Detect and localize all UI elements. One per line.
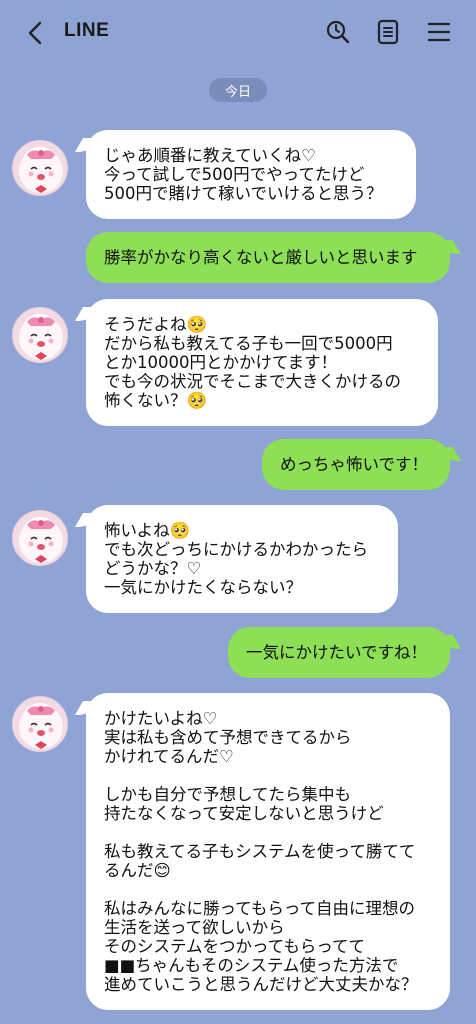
message-line: 進めていこうと思うんだけど大丈夫かな？ [104, 975, 418, 994]
message-line: そのシステムをつかってもらってて [104, 937, 366, 956]
message-line: 500円で賭けて稼いでいけると思う？ [104, 184, 383, 203]
message-line: ■■ちゃんもそのシステム使った方法で [104, 956, 399, 975]
message-line: かけたいよね♡ [104, 709, 218, 728]
message-line: でも今の状況でそこまで大きくかけるの [104, 372, 401, 391]
incoming-message-bubble[interactable]: かけたいよね♡ 実は私も含めて予想できてるから かけれてるんだ♡ しかも自分で予想し… [86, 693, 450, 1010]
message-line: 勝率がかなり高くないと厳しいと思います [104, 248, 418, 267]
chat-header: LINE [0, 0, 476, 66]
message-line: 実は私も含めて予想できてるから [104, 728, 352, 747]
avatar[interactable] [12, 696, 68, 752]
notes-icon[interactable] [373, 17, 403, 47]
message-line: 怖いよね🥺 [104, 521, 191, 540]
date-chip: 今日 [209, 78, 267, 102]
message-line: じゃあ順番に教えていくね♡ [104, 146, 316, 165]
avatar[interactable] [12, 510, 68, 566]
chat-title: LINE [64, 20, 110, 41]
message-line: 怖くない？🥺 [104, 391, 208, 410]
message-line [104, 823, 432, 842]
message-line: 今って試しで500円でやってたけど [104, 165, 365, 184]
message-line: だから私も教えてる子も一回で5000円 [104, 334, 393, 353]
message-line: 生活を送って欲しいから [104, 918, 285, 937]
avatar[interactable] [12, 307, 68, 363]
avatar[interactable] [12, 140, 68, 196]
message-line: 持たなくなって安定しないと思うけど [104, 804, 384, 823]
message-line: 一気にかけたくならない？ [104, 578, 302, 597]
message-line: 私はみんなに勝ってもらって自由に理想の [104, 899, 416, 918]
outgoing-message-bubble[interactable]: 勝率がかなり高くないと厳しいと思います [86, 232, 450, 283]
menu-icon[interactable] [424, 17, 454, 47]
incoming-message-bubble[interactable]: そうだよね🥺 だから私も教えてる子も一回で5000円 とか10000円とかかけてます… [86, 299, 438, 426]
message-line: しかも自分で予想してたら集中も [104, 785, 352, 804]
message-line: でも次どっちにかけるかわかったら [104, 540, 368, 559]
message-line: かけれてるんだ♡ [104, 747, 234, 766]
message-line: めっちゃ怖いです！ [280, 455, 429, 474]
incoming-message-bubble[interactable]: 怖いよね🥺 でも次どっちにかけるかわかったら どうかな？♡ 一気にかけたくならない？ [86, 505, 398, 613]
message-line [104, 766, 432, 785]
incoming-message-bubble[interactable]: じゃあ順番に教えていくね♡ 今って試しで500円でやってたけど 500円で賭けて稼い… [86, 130, 416, 219]
search-icon[interactable] [323, 17, 353, 47]
message-line: 私も教えてる子もシステムを使って勝てて [104, 842, 416, 861]
outgoing-message-bubble[interactable]: めっちゃ怖いです！ [262, 439, 450, 490]
outgoing-message-bubble[interactable]: 一気にかけたいですね！ [228, 627, 450, 678]
message-line: るんだ😊 [104, 861, 171, 880]
message-line: どうかな？♡ [104, 559, 202, 578]
message-line: とか10000円とかかけてます！ [104, 353, 338, 372]
message-line: そうだよね🥺 [104, 315, 208, 334]
message-line: 一気にかけたいですね！ [246, 643, 428, 662]
back-chevron-icon[interactable] [20, 18, 50, 48]
message-line [104, 880, 432, 899]
